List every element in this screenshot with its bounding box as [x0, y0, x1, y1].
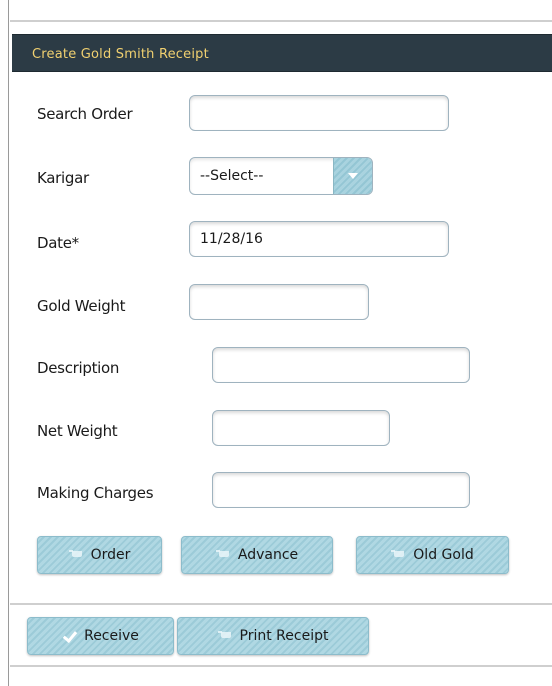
cart-icon	[215, 549, 232, 561]
receive-button[interactable]: Receive	[27, 617, 174, 655]
karigar-select[interactable]: --Select--	[189, 157, 373, 195]
panel-left-border	[8, 0, 9, 686]
net-weight-input[interactable]	[212, 410, 390, 446]
net-weight-label: Net Weight	[37, 422, 118, 440]
receipt-panel: Create Gold Smith Receipt Search Order K…	[0, 0, 552, 686]
description-input[interactable]	[212, 347, 470, 383]
order-button-label: Order	[90, 547, 131, 563]
search-order-label: Search Order	[37, 105, 133, 123]
advance-button-label: Advance	[237, 547, 299, 563]
advance-button[interactable]: Advance	[181, 536, 333, 574]
karigar-label: Karigar	[37, 169, 89, 187]
cart-icon	[391, 549, 407, 561]
receive-button-label: Receive	[84, 628, 139, 644]
panel-header: Create Gold Smith Receipt	[12, 34, 552, 72]
description-label: Description	[37, 359, 120, 377]
search-order-input[interactable]	[189, 95, 449, 131]
date-input[interactable]	[189, 221, 449, 257]
cart-icon	[217, 630, 234, 642]
chevron-down-icon[interactable]	[333, 158, 372, 194]
top-divider	[10, 20, 552, 22]
old-gold-button[interactable]: Old Gold	[356, 536, 509, 574]
bottom-divider	[10, 665, 552, 667]
panel-title: Create Gold Smith Receipt	[32, 47, 209, 62]
print-receipt-button[interactable]: Print Receipt	[177, 617, 369, 655]
making-charges-label: Making Charges	[37, 484, 154, 502]
footer-divider	[10, 603, 552, 605]
cart-icon	[68, 549, 85, 561]
gold-weight-label: Gold Weight	[37, 297, 126, 315]
print-receipt-button-label: Print Receipt	[239, 628, 329, 644]
gold-weight-input[interactable]	[189, 284, 369, 320]
karigar-selected-value: --Select--	[200, 168, 264, 184]
order-button[interactable]: Order	[37, 536, 162, 574]
old-gold-button-label: Old Gold	[413, 547, 474, 563]
check-icon	[62, 629, 78, 643]
making-charges-input[interactable]	[212, 472, 470, 508]
date-label: Date*	[37, 234, 79, 252]
